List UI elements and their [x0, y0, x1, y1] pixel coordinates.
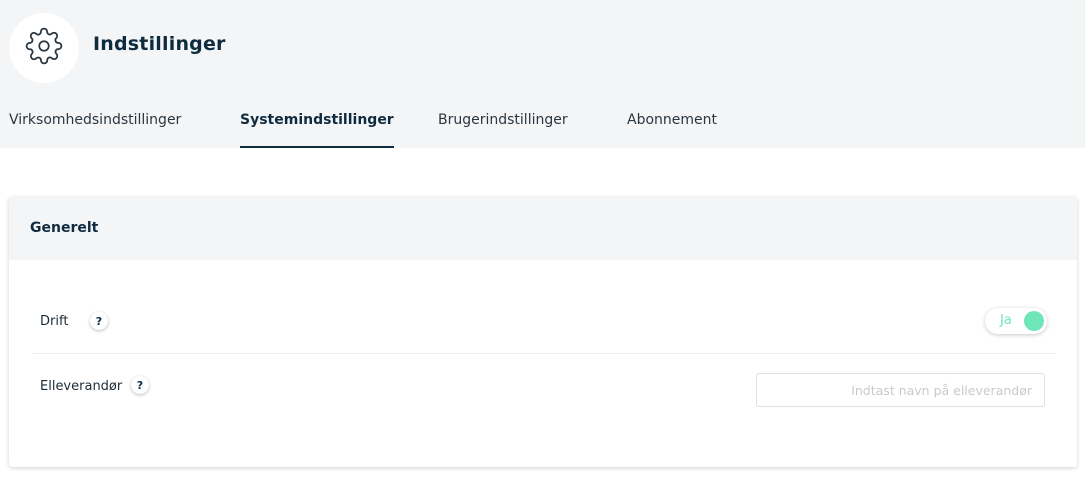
elleverandor-help-icon[interactable]: ? [131, 376, 149, 394]
drift-toggle[interactable]: Ja [985, 308, 1047, 334]
card-header: Generelt [9, 197, 1077, 260]
settings-avatar [9, 13, 79, 83]
elleverandor-input[interactable] [756, 373, 1045, 407]
elleverandor-row: Elleverandør ? [32, 373, 1056, 413]
settings-header: Indstillinger Virksomhedsindstillinger S… [0, 0, 1085, 148]
tab-abonnement[interactable]: Abonnement [627, 112, 717, 148]
drift-help-icon[interactable]: ? [90, 312, 108, 330]
section-title: Generelt [30, 220, 99, 236]
elleverandor-label: Elleverandør [40, 379, 123, 394]
general-settings-card: Generelt Drift ? Ja Elleverandør ? [9, 197, 1077, 467]
tab-systemindstillinger[interactable]: Systemindstillinger [240, 112, 394, 148]
drift-toggle-label: Ja [1000, 313, 1012, 328]
toggle-knob [1024, 311, 1044, 331]
drift-label: Drift [40, 314, 69, 329]
tab-virksomhedsindstillinger[interactable]: Virksomhedsindstillinger [9, 112, 181, 148]
drift-row: Drift ? Ja [32, 292, 1056, 354]
tab-brugerindstillinger[interactable]: Brugerindstillinger [438, 112, 568, 148]
page-title: Indstillinger [93, 33, 226, 55]
gear-icon [25, 27, 63, 69]
